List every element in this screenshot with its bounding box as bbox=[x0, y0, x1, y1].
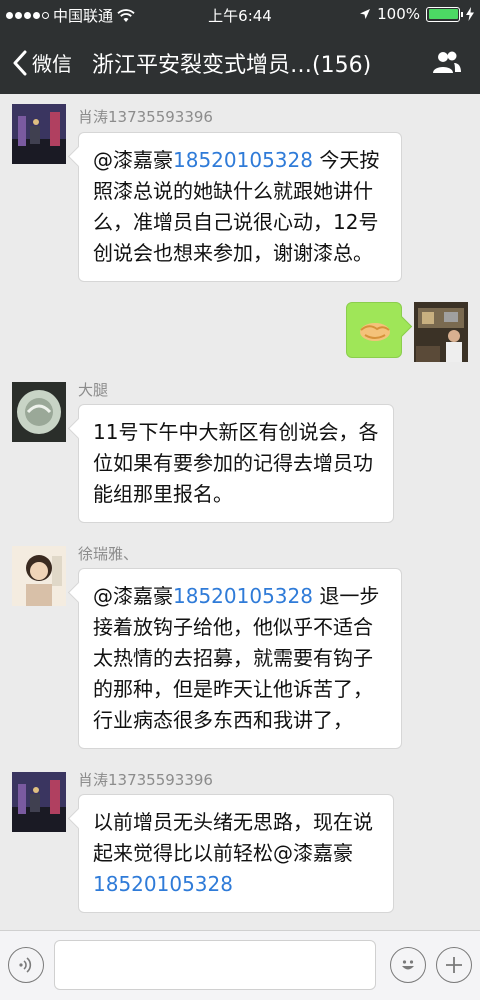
message-text: 以前增员无头绪无思路，现在说起来觉得比以前轻松@漆嘉豪 bbox=[93, 810, 373, 865]
sender-name: 肖涛13735593396 bbox=[78, 108, 213, 126]
message-input[interactable] bbox=[54, 940, 376, 990]
message-item: 肖涛13735593396 以前增员无头绪无思路，现在说起来觉得比以前轻松@漆嘉… bbox=[0, 766, 480, 930]
phone-link[interactable]: 18520105328 bbox=[173, 584, 313, 608]
message-bubble[interactable]: @漆嘉豪18520105328 退一步接着放钩子给他，他似乎不适合太热情的去招募… bbox=[78, 568, 402, 749]
message-item: 肖涛13735593396 @漆嘉豪18520105328 今天按照漆总说的她缺… bbox=[0, 94, 480, 284]
message-item: 徐瑞雅、 @漆嘉豪18520105328 退一步接着放钩子给他，他似乎不适合太热… bbox=[0, 540, 480, 760]
battery-icon bbox=[426, 6, 463, 22]
voice-button[interactable] bbox=[8, 947, 44, 983]
emoji-button[interactable] bbox=[390, 947, 426, 983]
avatar-image bbox=[12, 772, 66, 832]
avatar[interactable] bbox=[12, 546, 66, 606]
nav-bar: 微信 浙江平安裂变式增员…(156) bbox=[0, 30, 480, 94]
avatar-self[interactable] bbox=[414, 302, 468, 362]
mention-text: @漆嘉豪 bbox=[93, 148, 173, 172]
emoji-icon bbox=[402, 960, 414, 970]
location-arrow-icon bbox=[360, 9, 371, 19]
group-members-button[interactable] bbox=[432, 50, 462, 78]
group-icon bbox=[433, 51, 461, 73]
chevron-left-icon bbox=[13, 50, 27, 75]
avatar-image bbox=[12, 382, 66, 442]
status-bar: 中国联通 上午6:44 100% bbox=[0, 0, 480, 30]
message-text: 11号下午中大新区有创说会，各位如果有要参加的记得去增员功能组那里报名。 bbox=[93, 420, 379, 506]
battery-percent: 100% bbox=[377, 5, 420, 23]
avatar-image bbox=[12, 104, 66, 164]
avatar[interactable] bbox=[12, 104, 66, 164]
message-bubble[interactable]: 11号下午中大新区有创说会，各位如果有要参加的记得去增员功能组那里报名。 bbox=[78, 404, 394, 523]
battery-fill bbox=[428, 9, 458, 19]
plus-icon bbox=[446, 957, 462, 973]
avatar[interactable] bbox=[12, 772, 66, 832]
message-item-self bbox=[0, 294, 480, 372]
chat-list[interactable]: 肖涛13735593396 @漆嘉豪18520105328 今天按照漆总说的她缺… bbox=[0, 94, 480, 930]
input-bar bbox=[0, 930, 480, 1000]
message-bubble[interactable]: 以前增员无头绪无思路，现在说起来觉得比以前轻松@漆嘉豪 18520105328 bbox=[78, 794, 394, 913]
mention-text: @漆嘉豪 bbox=[93, 584, 173, 608]
message-bubble[interactable]: @漆嘉豪18520105328 今天按照漆总说的她缺什么就跟她讲什么，准增员自己… bbox=[78, 132, 402, 282]
voice-icon bbox=[19, 957, 32, 973]
avatar-image bbox=[414, 302, 468, 362]
message-item: 大腿 11号下午中大新区有创说会，各位如果有要参加的记得去增员功能组那里报名。 bbox=[0, 376, 480, 536]
sender-name: 肖涛13735593396 bbox=[78, 771, 213, 789]
charging-bolt-icon bbox=[466, 7, 474, 21]
chat-title: 浙江平安裂变式增员…(156) bbox=[92, 53, 372, 78]
avatar-image bbox=[12, 546, 66, 606]
sender-name: 徐瑞雅、 bbox=[78, 545, 139, 563]
more-button[interactable] bbox=[436, 947, 472, 983]
avatar[interactable] bbox=[12, 382, 66, 442]
handshake-sticker-icon bbox=[360, 323, 390, 341]
sender-name: 大腿 bbox=[78, 381, 109, 399]
phone-link[interactable]: 18520105328 bbox=[173, 148, 313, 172]
message-bubble-self[interactable] bbox=[346, 302, 402, 358]
back-label: 微信 bbox=[32, 52, 72, 76]
phone-link[interactable]: 18520105328 bbox=[93, 872, 233, 896]
back-button[interactable]: 微信 bbox=[12, 48, 72, 77]
